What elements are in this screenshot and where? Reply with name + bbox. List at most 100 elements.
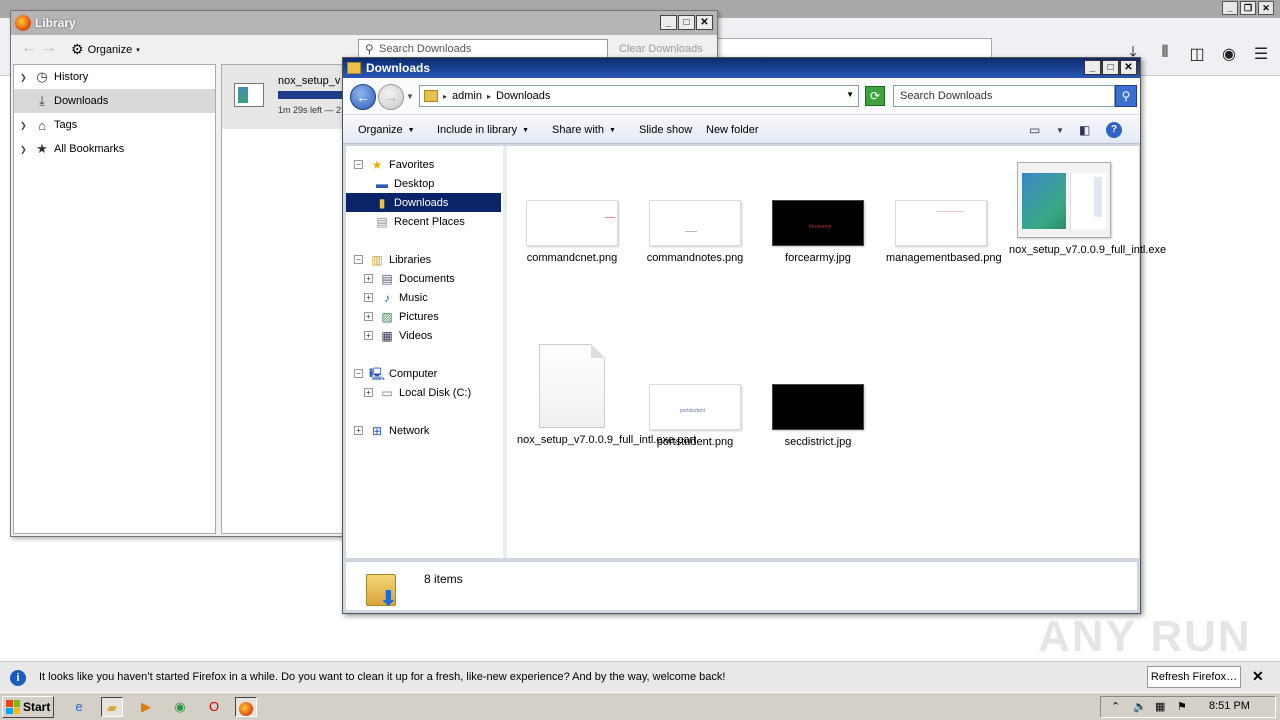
chrome-icon[interactable]: ◉ xyxy=(169,697,191,717)
tree-videos[interactable]: + ▦ Videos xyxy=(364,326,432,345)
file-item[interactable]: nox_setup_v7.0.0.9_full_intl.exe.part xyxy=(517,344,696,447)
info-icon: i xyxy=(10,670,26,686)
close-button[interactable]: ✕ xyxy=(1258,1,1274,15)
network-status-icon[interactable]: ▦ xyxy=(1155,700,1165,713)
expand-icon[interactable]: ❯ xyxy=(20,73,30,82)
star-icon: ★ xyxy=(371,157,383,172)
breadcrumb-separator-icon[interactable]: ▸ xyxy=(487,92,491,101)
explorer-close-button[interactable]: ✕ xyxy=(1120,60,1137,75)
refresh-button[interactable]: ⟳ xyxy=(865,86,885,106)
music-icon: ♪ xyxy=(384,290,390,305)
tree-documents[interactable]: + ▤ Documents xyxy=(364,269,455,288)
search-icon[interactable]: ⚲ xyxy=(1115,85,1137,107)
menu-icon[interactable]: ☰ xyxy=(1252,44,1270,64)
firefox-window-controls: _ ❐ ✕ xyxy=(1222,1,1274,15)
library-search-input[interactable]: Search Downloads xyxy=(358,39,608,59)
sidebar-item-history[interactable]: ❯ ◷ History xyxy=(14,65,215,89)
show-hidden-icons-icon[interactable]: ⌃ xyxy=(1111,700,1120,713)
back-icon[interactable]: ← xyxy=(21,39,37,57)
file-item[interactable]: forcearmy forcearmy.jpg xyxy=(763,200,873,265)
expand-icon[interactable]: ❯ xyxy=(20,145,30,154)
sidebar-item-all-bookmarks[interactable]: ❯ ★ All Bookmarks xyxy=(14,137,215,161)
clear-downloads-button[interactable]: Clear Downloads xyxy=(619,43,703,55)
sidebar-icon[interactable]: ◫ xyxy=(1188,44,1206,64)
file-item[interactable]: nox_setup_v7.0.0.9_full_intl.exe xyxy=(1009,162,1166,257)
documents-icon: ▤ xyxy=(381,271,393,286)
file-name: commandnotes.png xyxy=(646,252,744,264)
explorer-maximize-button[interactable]: □ xyxy=(1102,60,1119,75)
tree-network[interactable]: + ⊞ Network xyxy=(354,421,429,440)
sidebar-item-downloads[interactable]: ⤓ Downloads xyxy=(14,89,215,113)
file-item[interactable]: portstudent portstudent.png xyxy=(640,384,750,449)
action-center-flag-icon[interactable]: ⚑ xyxy=(1177,700,1187,713)
breadcrumb-downloads[interactable]: Downloads xyxy=(496,90,550,102)
tree-downloads[interactable]: ▮ Downloads xyxy=(346,193,501,212)
sidebar-item-tags[interactable]: ❯ ⌂ Tags xyxy=(14,113,215,137)
new-folder-button[interactable]: New folder xyxy=(706,124,759,136)
file-name: forcearmy.jpg xyxy=(785,252,851,264)
include-in-library-menu[interactable]: Include in library ▼ xyxy=(437,124,529,136)
internet-explorer-icon[interactable]: e xyxy=(68,697,90,717)
address-bar[interactable]: ▸ admin ▸ Downloads ▼ xyxy=(419,85,859,107)
explorer-search-input[interactable]: Search Downloads xyxy=(893,85,1115,107)
tree-pictures[interactable]: + ▨ Pictures xyxy=(364,307,439,326)
file-name: commandcnet.png xyxy=(526,252,618,264)
clock-icon: ◷ xyxy=(36,69,48,84)
preview-pane-icon[interactable]: ◧ xyxy=(1079,123,1090,137)
file-item[interactable]: managementbased.png xyxy=(886,200,1002,265)
file-list: commandcnet.png commandnotes.png forcear… xyxy=(507,146,1166,558)
back-button[interactable]: ← xyxy=(350,84,376,110)
gear-icon: ⚙ xyxy=(71,41,84,57)
library-maximize-button[interactable]: □ xyxy=(678,15,695,30)
file-name: secdistrict.jpg xyxy=(784,436,852,448)
tree-recent-places[interactable]: ▤ Recent Places xyxy=(374,212,465,231)
tree-favorites[interactable]: − ★ Favorites xyxy=(354,155,434,174)
library-minimize-button[interactable]: _ xyxy=(660,15,677,30)
jpg-thumbnail xyxy=(772,384,864,430)
restore-button[interactable]: ❐ xyxy=(1240,1,1256,15)
clock[interactable]: 8:51 PM xyxy=(1209,700,1250,712)
file-name: managementbased.png xyxy=(886,252,1002,264)
breadcrumb-admin[interactable]: admin xyxy=(452,90,482,102)
file-item[interactable]: commandcnet.png xyxy=(517,200,627,265)
file-item[interactable]: secdistrict.jpg xyxy=(763,384,873,449)
tree-music[interactable]: + ♪ Music xyxy=(364,288,428,307)
firefox-toolbar-icons: ⤓ ⫴ ◫ ◉ ☰ xyxy=(1124,44,1270,64)
tree-local-disk[interactable]: + ▭ Local Disk (C:) xyxy=(364,383,471,402)
breadcrumb-separator-icon[interactable]: ▸ xyxy=(443,92,447,101)
close-icon[interactable]: ✕ xyxy=(1252,668,1264,685)
expand-icon[interactable]: ❯ xyxy=(20,121,30,130)
download-item[interactable]: nox_setup_v 1m 29s left — 2 xyxy=(222,65,352,129)
png-thumbnail: portstudent xyxy=(649,384,741,430)
share-with-menu[interactable]: Share with ▼ xyxy=(552,124,616,136)
address-dropdown-icon[interactable]: ▼ xyxy=(846,90,854,99)
library-close-button[interactable]: ✕ xyxy=(696,15,713,30)
explorer-minimize-button[interactable]: _ xyxy=(1084,60,1101,75)
file-item[interactable]: commandnotes.png xyxy=(640,200,750,265)
organize-menu[interactable]: Organize ▼ xyxy=(358,124,415,136)
tree-computer[interactable]: − 🖳 Computer xyxy=(354,364,437,383)
url-bar[interactable] xyxy=(700,38,992,58)
tree-libraries[interactable]: − ▥ Libraries xyxy=(354,250,431,269)
refresh-firefox-button[interactable]: Refresh Firefox… xyxy=(1147,666,1241,688)
explorer-folder-icon[interactable]: ▰ xyxy=(101,697,123,717)
view-dropdown-icon[interactable]: ▼ xyxy=(1056,126,1064,135)
opera-icon[interactable]: O xyxy=(203,697,225,717)
help-icon[interactable]: ? xyxy=(1106,122,1122,138)
recent-pages-dropdown[interactable]: ▼ xyxy=(406,92,414,101)
account-icon[interactable]: ◉ xyxy=(1220,44,1238,64)
tree-desktop[interactable]: ▬ Desktop xyxy=(374,174,434,193)
forward-button[interactable]: → xyxy=(378,84,404,110)
media-player-icon[interactable]: ▶ xyxy=(135,697,157,717)
change-view-icon[interactable]: ▭ xyxy=(1029,123,1040,137)
volume-icon[interactable]: 🔈 xyxy=(1133,700,1147,713)
blank-document-icon xyxy=(539,344,605,428)
notification-bar: i It looks like you haven’t started Fire… xyxy=(0,661,1280,692)
forward-icon[interactable]: → xyxy=(41,39,57,57)
firefox-taskbar-icon[interactable] xyxy=(235,697,257,717)
minimize-button[interactable]: _ xyxy=(1222,1,1238,15)
library-organize-button[interactable]: ⚙ Organize ▾ xyxy=(71,41,140,58)
slide-show-button[interactable]: Slide show xyxy=(639,124,692,136)
start-button[interactable]: Start xyxy=(2,696,54,718)
library-icon[interactable]: ⫴ xyxy=(1156,44,1174,64)
